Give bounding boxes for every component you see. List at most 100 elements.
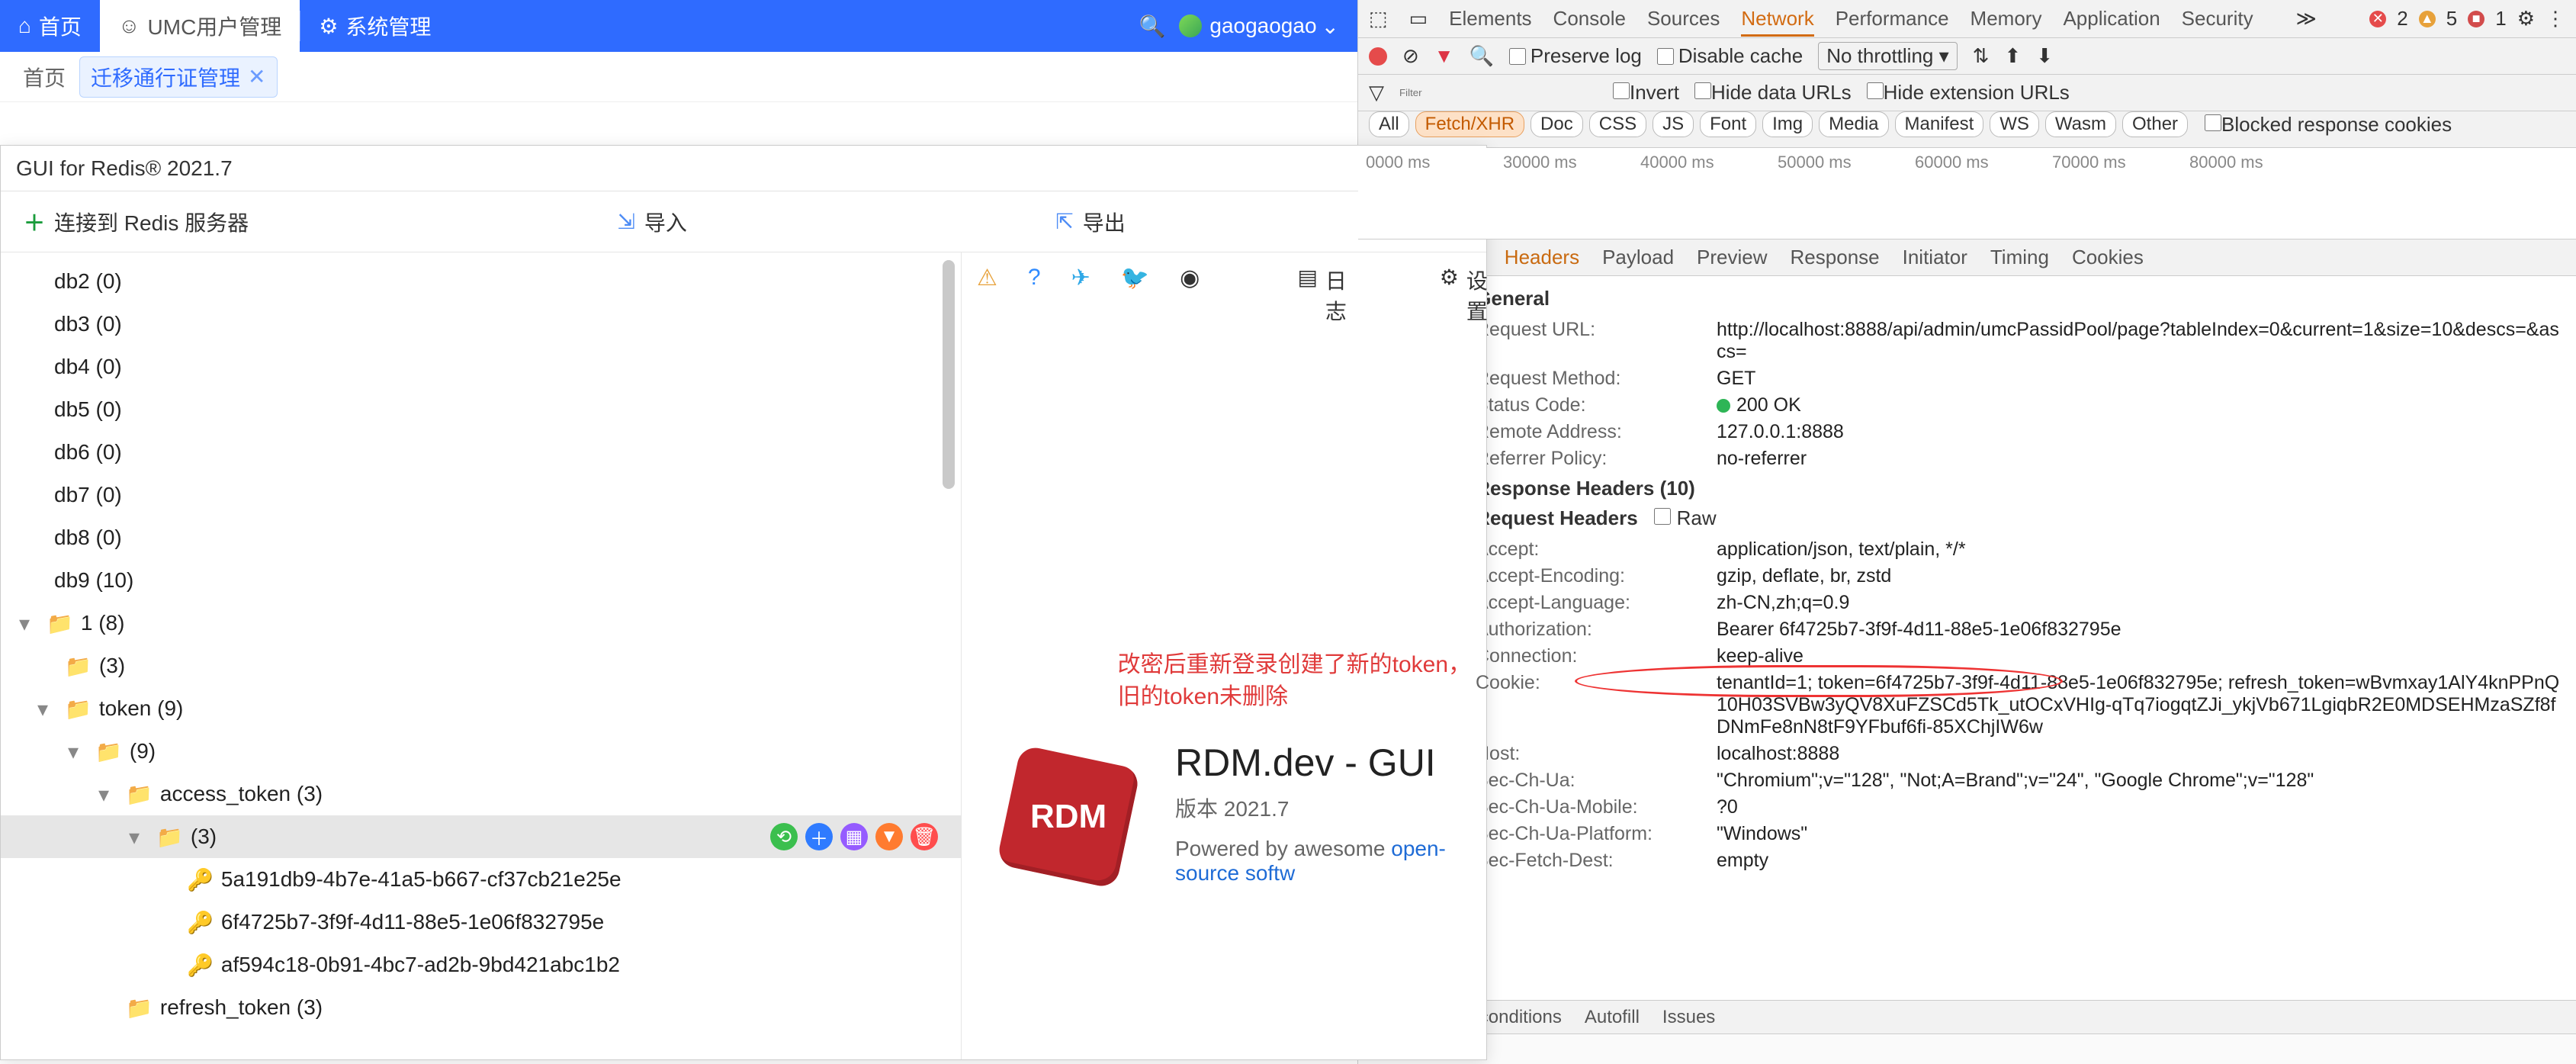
invert-check[interactable]: Invert xyxy=(1613,81,1679,104)
drawer-tab[interactable]: Issues xyxy=(1662,1007,1715,1028)
devtools-tab[interactable]: Security xyxy=(2182,7,2253,30)
nav-users[interactable]: ☺UMC用户管理 xyxy=(100,0,300,52)
type-pill[interactable]: Media xyxy=(1819,111,1888,137)
detail-tab[interactable]: Timing xyxy=(1990,246,2049,269)
record-button[interactable] xyxy=(1369,47,1387,66)
user-menu[interactable]: gaogaogao⌄ xyxy=(1209,14,1339,39)
connect-button[interactable]: ＋连接到 Redis 服务器 xyxy=(24,207,249,237)
upload-icon[interactable]: ⬆ xyxy=(2004,44,2021,68)
help-icon[interactable]: ? xyxy=(1028,265,1041,326)
sort-icon[interactable]: ▼ xyxy=(875,823,903,850)
tree-row[interactable]: 📁(3) xyxy=(1,645,961,687)
type-pill[interactable]: Img xyxy=(1762,111,1813,137)
detail-tab[interactable]: Payload xyxy=(1602,246,1674,269)
timeline[interactable]: 0000 ms30000 ms40000 ms50000 ms60000 ms7… xyxy=(1358,148,2576,239)
reload-icon[interactable]: ⟲ xyxy=(770,823,798,850)
type-pill[interactable]: All xyxy=(1369,111,1409,137)
more-tabs[interactable]: ≫ xyxy=(2296,7,2317,31)
type-pill[interactable]: Other xyxy=(2122,111,2188,137)
error-badge[interactable]: ✕ xyxy=(2369,11,2386,27)
type-pill[interactable]: Fetch/XHR xyxy=(1415,111,1524,137)
tree-row[interactable]: db6 (0) xyxy=(1,431,961,474)
tree-row[interactable]: ▾📁(9) xyxy=(1,730,961,773)
breadcrumb[interactable]: 首页 xyxy=(23,62,66,92)
detail-tab[interactable]: Response xyxy=(1791,246,1880,269)
search-icon[interactable]: 🔍 xyxy=(1469,44,1494,68)
delete-icon[interactable]: 🗑 xyxy=(911,823,938,850)
wifi-icon[interactable]: ⇅ xyxy=(1973,44,1990,68)
tree-row[interactable]: 🔑af594c18-0b91-4bc7-ad2b-9bd421abc1b2 xyxy=(1,943,961,986)
tree-row[interactable]: ▾📁(3)⟲＋▦▼🗑 xyxy=(1,815,961,858)
general-section[interactable]: General xyxy=(1460,287,2565,310)
raw-checkbox[interactable] xyxy=(1654,508,1671,525)
search-icon[interactable]: 🔍 xyxy=(1139,14,1166,39)
filter-toggle-icon[interactable]: ▼ xyxy=(1434,44,1454,68)
tree-row[interactable]: db9 (10) xyxy=(1,559,961,602)
inspect-icon[interactable]: ⬚ xyxy=(1369,7,1388,31)
devtools-tab[interactable]: Memory xyxy=(1971,7,2042,30)
scrollbar[interactable] xyxy=(943,260,955,489)
type-pill[interactable]: Manifest xyxy=(1895,111,1984,137)
type-pill[interactable]: WS xyxy=(1990,111,2039,137)
tree-row[interactable]: ▾📁access_token (3) xyxy=(1,773,961,815)
tree-row[interactable]: db4 (0) xyxy=(1,346,961,388)
tree-row[interactable]: db7 (0) xyxy=(1,474,961,516)
tree-row[interactable]: ▾📁1 (8) xyxy=(1,602,961,645)
rdm-tree[interactable]: db2 (0)db3 (0)db4 (0)db5 (0)db6 (0)db7 (… xyxy=(1,252,962,1059)
type-pill[interactable]: JS xyxy=(1653,111,1694,137)
drawer-tab[interactable]: Autofill xyxy=(1585,1007,1640,1028)
devtools-menu-icon[interactable]: ⋮ xyxy=(2545,7,2565,31)
throttling-select[interactable]: No throttling ▾ xyxy=(1818,42,1957,70)
detail-tab[interactable]: Initiator xyxy=(1903,246,1967,269)
tree-row[interactable]: 📁refresh_token (3) xyxy=(1,986,961,1029)
log-button[interactable]: ▤日志 xyxy=(1297,265,1354,326)
funnel-icon[interactable]: ▽ xyxy=(1369,81,1384,104)
tree-row[interactable]: ▾📁token (9) xyxy=(1,687,961,730)
tree-row[interactable]: 🔑6f4725b7-3f9f-4d11-88e5-1e06f832795e xyxy=(1,901,961,943)
tree-row[interactable]: 🔑5a191db9-4b7e-41a5-b667-cf37cb21e25e xyxy=(1,858,961,901)
import-button[interactable]: ⇲导入 xyxy=(617,207,686,237)
hide-ext-check[interactable]: Hide extension URLs xyxy=(1867,81,2070,104)
settings-button[interactable]: ⚙设置 xyxy=(1440,265,1495,326)
filter-icon[interactable]: ▦ xyxy=(840,823,868,850)
avatar[interactable] xyxy=(1179,14,1202,37)
add-icon[interactable]: ＋ xyxy=(805,823,833,850)
nav-home[interactable]: ⌂首页 xyxy=(0,0,100,52)
warning-badge[interactable]: ▲ xyxy=(2419,11,2436,27)
tree-row[interactable]: db8 (0) xyxy=(1,516,961,559)
close-icon[interactable]: ✕ xyxy=(248,64,265,89)
disable-cache-check[interactable]: Disable cache xyxy=(1657,44,1803,68)
download-icon[interactable]: ⬇ xyxy=(2036,44,2053,68)
twitter-icon[interactable]: 🐦 xyxy=(1121,265,1149,326)
hide-data-check[interactable]: Hide data URLs xyxy=(1694,81,1852,104)
preserve-log-check[interactable]: Preserve log xyxy=(1509,44,1642,68)
telegram-icon[interactable]: ✈ xyxy=(1071,265,1090,326)
github-icon[interactable]: ◉ xyxy=(1180,265,1200,326)
headers-panel[interactable]: General Request URL:http://localhost:888… xyxy=(1450,276,2576,1000)
type-pill[interactable]: CSS xyxy=(1589,111,1646,137)
detail-tab[interactable]: Preview xyxy=(1697,246,1767,269)
nav-system[interactable]: ⚙系统管理 xyxy=(300,0,449,52)
response-headers-section[interactable]: Response Headers (10) xyxy=(1460,477,2565,500)
export-button[interactable]: ⇱导出 xyxy=(1055,207,1125,237)
filter-input[interactable] xyxy=(1399,87,1598,98)
clear-button[interactable]: ⊘ xyxy=(1402,44,1419,68)
devtools-settings-icon[interactable]: ⚙ xyxy=(2517,7,2535,31)
type-pill[interactable]: Wasm xyxy=(2045,111,2116,137)
devtools-tab[interactable]: Sources xyxy=(1647,7,1720,30)
devtools-tab[interactable]: Network xyxy=(1741,7,1813,37)
device-icon[interactable]: ▭ xyxy=(1409,7,1428,31)
issue-badge[interactable]: ■ xyxy=(2468,11,2484,27)
detail-tab[interactable]: Headers xyxy=(1505,246,1579,269)
tree-row[interactable]: db2 (0) xyxy=(1,260,961,303)
request-headers-section[interactable]: Request Headers Raw xyxy=(1460,506,2565,530)
devtools-tab[interactable]: Console xyxy=(1553,7,1626,30)
detail-tab[interactable]: Cookies xyxy=(2072,246,2144,269)
devtools-tab[interactable]: Application xyxy=(2063,7,2160,30)
tree-row[interactable]: db3 (0) xyxy=(1,303,961,346)
devtools-tab[interactable]: Elements xyxy=(1449,7,1531,30)
warning-icon[interactable]: ⚠ xyxy=(977,265,997,326)
type-pill[interactable]: Font xyxy=(1700,111,1756,137)
type-pill[interactable]: Doc xyxy=(1531,111,1583,137)
tab-chip[interactable]: 迁移通行证管理✕ xyxy=(79,56,277,98)
